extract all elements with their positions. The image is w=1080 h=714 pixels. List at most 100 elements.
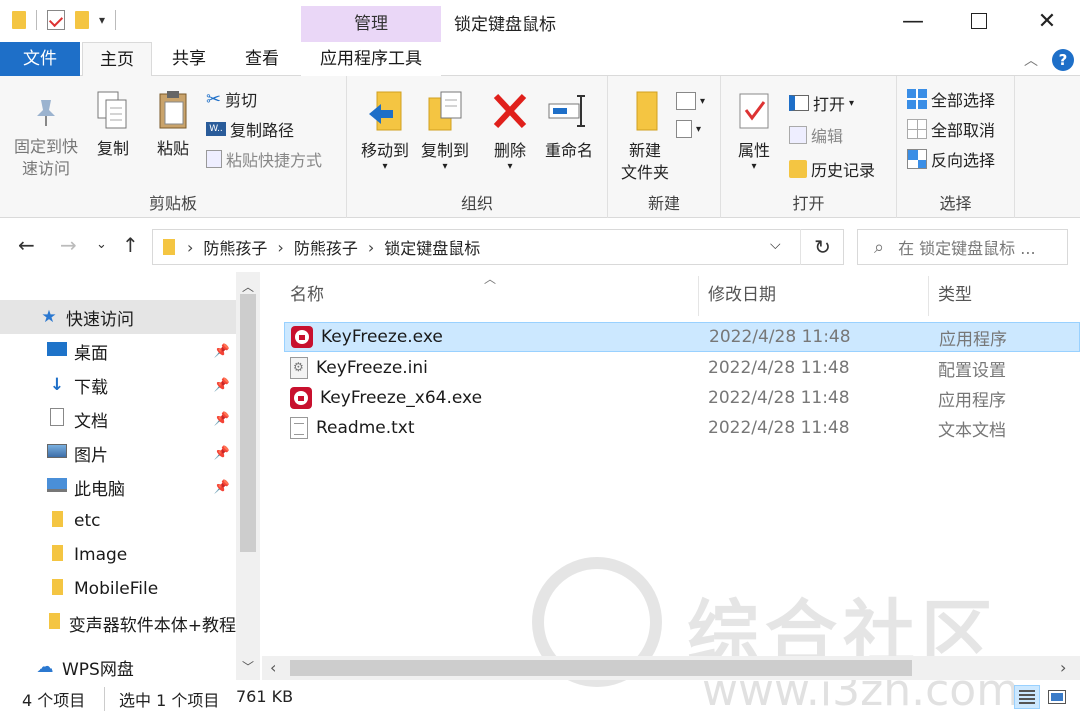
minimize-button[interactable]: — bbox=[880, 0, 946, 42]
copy-button[interactable]: 复制 bbox=[88, 90, 138, 160]
select-all-button[interactable]: 全部选择 bbox=[907, 86, 995, 112]
delete-button[interactable]: 删除 ▾ bbox=[485, 90, 535, 172]
up-button[interactable]: ↑ bbox=[122, 233, 139, 257]
paste-shortcut-button[interactable]: 粘贴快捷方式 bbox=[206, 146, 322, 172]
details-view-button[interactable] bbox=[1014, 685, 1040, 709]
nav-item-this-pc[interactable]: 此电脑 📌 bbox=[0, 470, 236, 504]
nav-item-folder[interactable]: Image bbox=[0, 538, 236, 572]
context-tab-manage: 管理 bbox=[301, 6, 441, 42]
tab-file[interactable]: 文件 bbox=[0, 42, 80, 76]
column-header-type[interactable]: 类型 bbox=[938, 280, 972, 305]
file-type: 文本文档 bbox=[938, 420, 1006, 441]
details-view-icon bbox=[1019, 690, 1035, 704]
chevron-right-icon: › bbox=[367, 237, 375, 257]
easy-access-icon bbox=[676, 120, 692, 138]
properties-button[interactable]: 属性 ▾ bbox=[727, 90, 781, 172]
arrow-left-icon: ← bbox=[18, 233, 35, 257]
group-clipboard: 固定到快 速访问 复制 粘贴 ✂ 剪切 W.. 复制路径 粘贴快捷方式 剪贴板 bbox=[0, 76, 347, 218]
config-file-icon bbox=[290, 357, 308, 379]
scroll-left-icon[interactable]: ‹ bbox=[270, 658, 276, 677]
horizontal-scrollbar[interactable]: ‹ › bbox=[262, 656, 1080, 680]
column-header-name[interactable]: 名称 bbox=[290, 280, 324, 305]
select-none-button[interactable]: 全部取消 bbox=[907, 116, 995, 142]
large-icons-view-button[interactable] bbox=[1044, 685, 1070, 709]
pin-icon[interactable]: 📌 bbox=[214, 480, 230, 495]
recent-locations-button[interactable]: ⌄ bbox=[96, 237, 107, 252]
search-input[interactable]: ⌕ 在 锁定键盘鼠标 ... bbox=[857, 229, 1068, 265]
nav-item-quick-access[interactable]: ★ 快速访问 bbox=[0, 300, 236, 334]
nav-item-folder[interactable]: etc bbox=[0, 504, 236, 538]
column-divider[interactable] bbox=[698, 276, 699, 316]
pin-icon[interactable]: 📌 bbox=[214, 344, 230, 359]
customize-qat-dropdown[interactable]: ▾ bbox=[99, 13, 105, 27]
address-bar[interactable]: › 防熊孩子 › 防熊孩子 › 锁定键盘鼠标 bbox=[152, 229, 844, 265]
easy-access-button[interactable]: ▾ bbox=[676, 116, 701, 142]
pin-quick-access-button[interactable]: 固定到快 速访问 bbox=[8, 94, 84, 180]
new-folder-qat-icon[interactable] bbox=[75, 11, 89, 29]
help-icon[interactable]: ? bbox=[1052, 49, 1074, 71]
history-button[interactable]: 历史记录 bbox=[789, 156, 875, 182]
open-button[interactable]: 打开 ▾ bbox=[789, 90, 854, 116]
file-row[interactable]: KeyFreeze.ini 2022/4/28 11:48 配置设置 bbox=[284, 353, 1080, 383]
file-row[interactable]: Readme.txt 2022/4/28 11:48 文本文档 bbox=[284, 413, 1080, 443]
quick-access-toolbar: ▾ bbox=[12, 10, 117, 30]
chevron-right-icon: › bbox=[277, 237, 284, 257]
breadcrumb-item[interactable]: 锁定键盘鼠标 bbox=[384, 235, 480, 259]
scroll-up-icon[interactable]: ︿ bbox=[242, 278, 254, 295]
new-folder-button[interactable]: 新建 文件夹 bbox=[612, 90, 678, 184]
tab-app-tools[interactable]: 应用程序工具 bbox=[301, 42, 441, 76]
collapse-ribbon-icon[interactable]: ︿ bbox=[1024, 50, 1038, 70]
pin-icon[interactable]: 📌 bbox=[214, 378, 230, 393]
ribbon-tabs: 文件 主页 共享 查看 应用程序工具 bbox=[0, 42, 1080, 77]
nav-item-folder[interactable]: 变声器软件本体+教程 bbox=[0, 606, 236, 640]
close-button[interactable]: ✕ bbox=[1014, 0, 1080, 42]
copy-icon bbox=[97, 91, 127, 129]
tab-home[interactable]: 主页 bbox=[82, 42, 152, 77]
forward-button[interactable]: → bbox=[60, 233, 77, 257]
breadcrumb-item[interactable]: 防熊孩子 bbox=[203, 235, 267, 259]
pin-icon[interactable]: 📌 bbox=[214, 446, 230, 461]
paste-shortcut-icon bbox=[206, 150, 222, 168]
dropdown-arrow-icon: ▾ bbox=[849, 97, 855, 109]
file-row[interactable]: KeyFreeze.exe 2022/4/28 11:48 应用程序 bbox=[284, 322, 1080, 352]
address-dropdown-button[interactable]: ⌵ bbox=[770, 237, 781, 253]
window-title: 锁定键盘鼠标 bbox=[454, 15, 556, 35]
nav-item-wps-cloud[interactable]: ☁ WPS网盘 bbox=[0, 650, 236, 684]
pin-icon[interactable]: 📌 bbox=[214, 412, 230, 427]
nav-item-folder[interactable]: MobileFile bbox=[0, 572, 236, 606]
nav-item-documents[interactable]: 文档 📌 bbox=[0, 402, 236, 436]
invert-selection-button[interactable]: 反向选择 bbox=[907, 146, 995, 172]
column-divider[interactable] bbox=[928, 276, 929, 316]
scrollbar-thumb[interactable] bbox=[290, 660, 912, 676]
column-header-date[interactable]: 修改日期 bbox=[708, 280, 776, 305]
paste-button[interactable]: 粘贴 bbox=[148, 90, 198, 160]
copy-path-button[interactable]: W.. 复制路径 bbox=[206, 116, 294, 142]
back-button[interactable]: ← bbox=[18, 233, 35, 257]
scrollbar-thumb[interactable] bbox=[240, 294, 256, 552]
properties-qat-icon[interactable] bbox=[47, 10, 65, 30]
copy-to-button[interactable]: 复制到 ▾ bbox=[413, 90, 477, 172]
new-item-button[interactable]: ▾ bbox=[676, 88, 705, 114]
ribbon: 固定到快 速访问 复制 粘贴 ✂ 剪切 W.. 复制路径 粘贴快捷方式 剪贴板 移动… bbox=[0, 76, 1080, 218]
cut-label: 剪切 bbox=[225, 91, 258, 110]
move-to-button[interactable]: 移动到 ▾ bbox=[353, 90, 417, 172]
nav-item-desktop[interactable]: 桌面 📌 bbox=[0, 334, 236, 368]
tab-view[interactable]: 查看 bbox=[230, 42, 294, 76]
maximize-button[interactable] bbox=[946, 0, 1012, 42]
item-count: 4 个项目 bbox=[22, 691, 86, 710]
nav-scrollbar[interactable]: ︿ ﹀ bbox=[236, 272, 260, 680]
edit-button[interactable]: 编辑 bbox=[789, 122, 843, 148]
scroll-down-icon[interactable]: ﹀ bbox=[242, 658, 254, 675]
file-name: KeyFreeze.exe bbox=[321, 327, 443, 347]
file-row[interactable]: KeyFreeze_x64.exe 2022/4/28 11:48 应用程序 bbox=[284, 383, 1080, 413]
tab-share[interactable]: 共享 bbox=[158, 42, 220, 76]
copy-path-icon: W.. bbox=[206, 122, 226, 136]
refresh-button[interactable]: ↻ bbox=[800, 229, 844, 265]
nav-item-pictures[interactable]: 图片 📌 bbox=[0, 436, 236, 470]
scroll-right-icon[interactable]: › bbox=[1060, 658, 1066, 677]
cut-button[interactable]: ✂ 剪切 bbox=[206, 86, 257, 112]
nav-item-downloads[interactable]: ↓ 下载 📌 bbox=[0, 368, 236, 402]
select-all-icon bbox=[907, 89, 927, 109]
rename-button[interactable]: 重命名 bbox=[539, 90, 599, 162]
breadcrumb-item[interactable]: 防熊孩子 bbox=[294, 235, 358, 259]
